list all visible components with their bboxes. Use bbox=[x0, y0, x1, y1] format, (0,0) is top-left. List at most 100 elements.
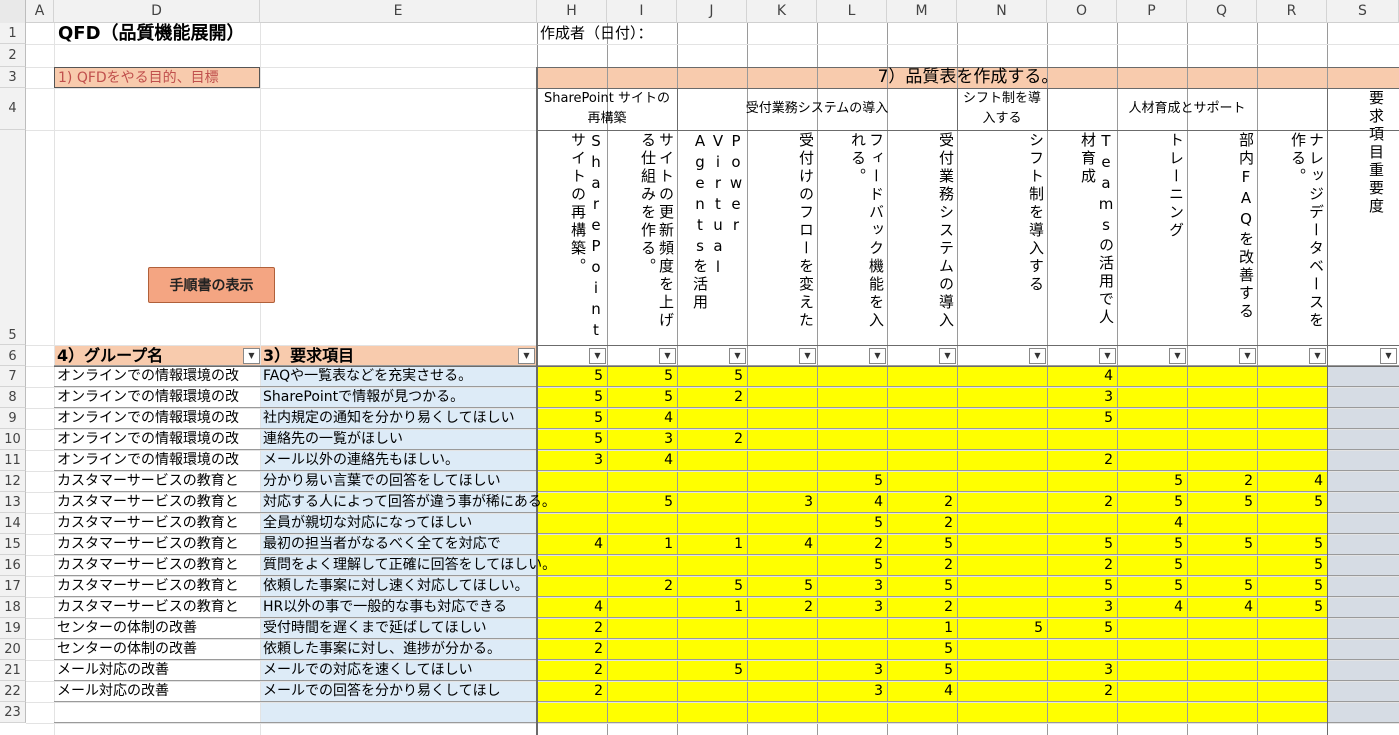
score-cell[interactable]: 2 bbox=[887, 513, 957, 534]
score-cell[interactable]: 5 bbox=[1047, 408, 1117, 429]
row-header-21[interactable]: 21 bbox=[0, 660, 26, 681]
score-cell[interactable]: 5 bbox=[677, 660, 747, 681]
score-cell[interactable]: 5 bbox=[887, 576, 957, 597]
score-cell[interactable]: 3 bbox=[817, 660, 887, 681]
score-cell[interactable]: 5 bbox=[607, 387, 677, 408]
row-header-1[interactable]: 1 bbox=[0, 23, 26, 44]
score-cell[interactable]: 5 bbox=[1117, 471, 1187, 492]
score-cell[interactable]: 3 bbox=[537, 450, 607, 471]
row-header-8[interactable]: 8 bbox=[0, 387, 26, 408]
score-cell[interactable]: 2 bbox=[887, 597, 957, 618]
score-cell[interactable]: 4 bbox=[1117, 597, 1187, 618]
score-cell[interactable]: 5 bbox=[537, 429, 607, 450]
row-header-9[interactable]: 9 bbox=[0, 408, 26, 429]
score-cell[interactable]: 3 bbox=[1047, 597, 1117, 618]
score-cell[interactable]: 5 bbox=[817, 471, 887, 492]
column-header-j[interactable]: J bbox=[677, 0, 747, 23]
row-header-17[interactable]: 17 bbox=[0, 576, 26, 597]
worksheet-grid[interactable]: QFD（品質機能展開） 作成者（日付）： 1) QFDをやる目的、目標 7）品質表を作… bbox=[26, 23, 1399, 735]
filter-dropdown-icon[interactable]: ▼ bbox=[729, 348, 746, 364]
row-header-16[interactable]: 16 bbox=[0, 555, 26, 576]
score-cell[interactable]: 3 bbox=[817, 576, 887, 597]
score-cell[interactable]: 5 bbox=[537, 366, 607, 387]
filter-dropdown-icon[interactable]: ▼ bbox=[939, 348, 956, 364]
row-header-4[interactable]: 4 bbox=[0, 88, 26, 130]
score-cell[interactable]: 2 bbox=[537, 639, 607, 660]
score-cell[interactable]: 3 bbox=[747, 492, 817, 513]
score-cell[interactable]: 2 bbox=[677, 387, 747, 408]
score-cell[interactable]: 2 bbox=[817, 534, 887, 555]
row-header-5[interactable]: 5 bbox=[0, 130, 26, 345]
score-cell[interactable]: 3 bbox=[1047, 387, 1117, 408]
score-cell[interactable]: 5 bbox=[887, 660, 957, 681]
row-header-18[interactable]: 18 bbox=[0, 597, 26, 618]
row-header-23[interactable]: 23 bbox=[0, 702, 26, 723]
score-cell[interactable]: 2 bbox=[607, 576, 677, 597]
score-cell[interactable]: 5 bbox=[1187, 576, 1257, 597]
row-header-15[interactable]: 15 bbox=[0, 534, 26, 555]
filter-dropdown-icon[interactable]: ▼ bbox=[518, 348, 535, 364]
score-cell[interactable]: 4 bbox=[817, 492, 887, 513]
score-cell[interactable]: 5 bbox=[1187, 534, 1257, 555]
score-cell[interactable]: 5 bbox=[607, 492, 677, 513]
score-cell[interactable]: 5 bbox=[887, 534, 957, 555]
score-cell[interactable]: 4 bbox=[607, 450, 677, 471]
filter-dropdown-icon[interactable]: ▼ bbox=[1380, 348, 1397, 364]
score-cell[interactable]: 2 bbox=[747, 597, 817, 618]
manual-button[interactable]: 手順書の表示 bbox=[148, 267, 275, 303]
score-cell[interactable]: 5 bbox=[677, 576, 747, 597]
score-cell[interactable]: 4 bbox=[607, 408, 677, 429]
column-header-s[interactable]: S bbox=[1327, 0, 1399, 23]
score-cell[interactable]: 5 bbox=[1047, 534, 1117, 555]
score-cell[interactable]: 1 bbox=[607, 534, 677, 555]
score-cell[interactable]: 4 bbox=[747, 534, 817, 555]
score-cell[interactable]: 5 bbox=[1257, 534, 1327, 555]
score-cell[interactable]: 5 bbox=[1047, 576, 1117, 597]
column-header-p[interactable]: P bbox=[1117, 0, 1187, 23]
score-cell[interactable]: 5 bbox=[887, 639, 957, 660]
score-cell[interactable]: 5 bbox=[677, 366, 747, 387]
column-header-i[interactable]: I bbox=[607, 0, 677, 23]
score-cell[interactable]: 1 bbox=[677, 597, 747, 618]
row-header-10[interactable]: 10 bbox=[0, 429, 26, 450]
column-header-q[interactable]: Q bbox=[1187, 0, 1257, 23]
filter-dropdown-icon[interactable]: ▼ bbox=[1099, 348, 1116, 364]
row-header-3[interactable]: 3 bbox=[0, 67, 26, 88]
score-cell[interactable]: 3 bbox=[607, 429, 677, 450]
column-header-e[interactable]: E bbox=[260, 0, 537, 23]
score-cell[interactable]: 5 bbox=[1117, 492, 1187, 513]
filter-dropdown-icon[interactable]: ▼ bbox=[1029, 348, 1046, 364]
column-header-l[interactable]: L bbox=[817, 0, 887, 23]
select-all-corner[interactable] bbox=[0, 0, 26, 23]
row-header-19[interactable]: 19 bbox=[0, 618, 26, 639]
row-header-7[interactable]: 7 bbox=[0, 366, 26, 387]
score-cell[interactable]: 5 bbox=[1117, 576, 1187, 597]
column-header-o[interactable]: O bbox=[1047, 0, 1117, 23]
column-header-d[interactable]: D bbox=[54, 0, 260, 23]
score-cell[interactable]: 2 bbox=[537, 681, 607, 702]
column-header-r[interactable]: R bbox=[1257, 0, 1327, 23]
row-header-12[interactable]: 12 bbox=[0, 471, 26, 492]
score-cell[interactable]: 5 bbox=[817, 513, 887, 534]
score-cell[interactable]: 2 bbox=[887, 492, 957, 513]
column-header-n[interactable]: N bbox=[957, 0, 1047, 23]
column-header-m[interactable]: M bbox=[887, 0, 957, 23]
filter-dropdown-icon[interactable]: ▼ bbox=[1239, 348, 1256, 364]
row-header-6[interactable]: 6 bbox=[0, 345, 26, 366]
score-cell[interactable]: 2 bbox=[1047, 492, 1117, 513]
score-cell[interactable]: 5 bbox=[957, 618, 1047, 639]
filter-dropdown-icon[interactable]: ▼ bbox=[243, 348, 260, 364]
row-header-11[interactable]: 11 bbox=[0, 450, 26, 471]
score-cell[interactable]: 2 bbox=[677, 429, 747, 450]
row-header-13[interactable]: 13 bbox=[0, 492, 26, 513]
score-cell[interactable]: 5 bbox=[1117, 534, 1187, 555]
score-cell[interactable]: 2 bbox=[1187, 471, 1257, 492]
score-cell[interactable]: 4 bbox=[1047, 366, 1117, 387]
score-cell[interactable]: 4 bbox=[1187, 597, 1257, 618]
score-cell[interactable]: 2 bbox=[1047, 555, 1117, 576]
score-cell[interactable]: 3 bbox=[817, 681, 887, 702]
score-cell[interactable]: 2 bbox=[537, 618, 607, 639]
score-cell[interactable]: 2 bbox=[537, 660, 607, 681]
column-header-h[interactable]: H bbox=[537, 0, 607, 23]
score-cell[interactable]: 1 bbox=[887, 618, 957, 639]
